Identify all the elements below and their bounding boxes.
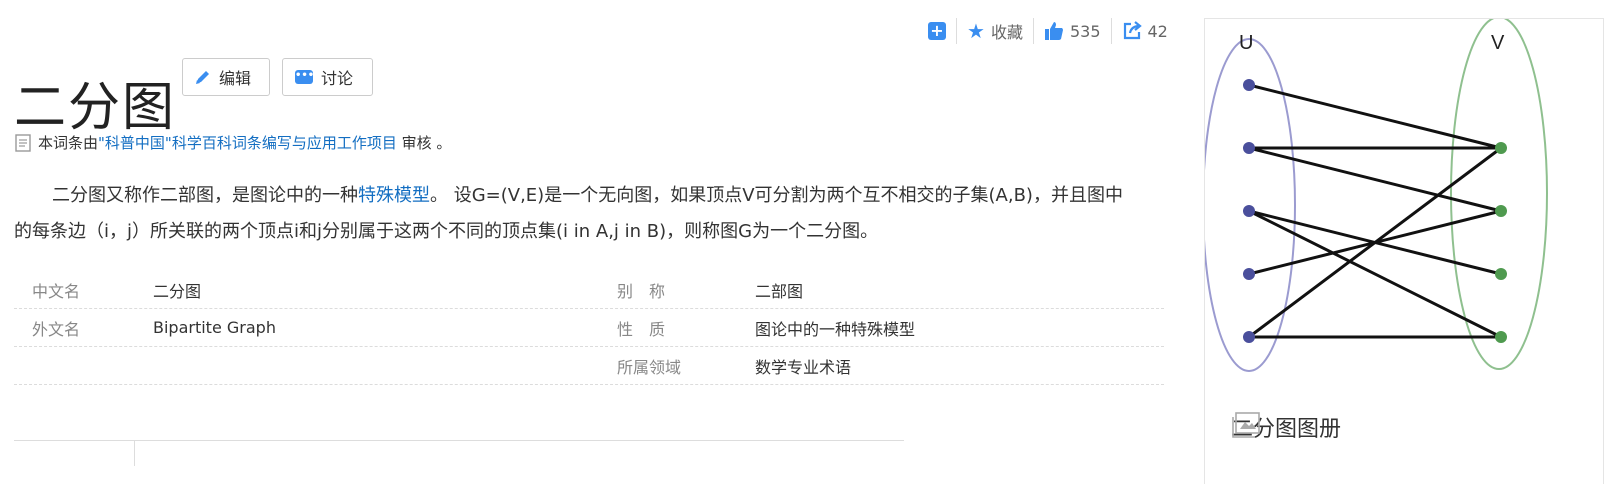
review-link[interactable]: "科普中国"科学百科词条编写与应用工作项目 [98, 134, 397, 152]
page-title: 二分图 [14, 77, 177, 138]
gallery-icon [1232, 412, 1260, 438]
share-icon [1123, 21, 1142, 40]
graph-node [1495, 331, 1507, 343]
graph-node [1243, 205, 1255, 217]
graph-edge [1248, 83, 1502, 150]
content-divider [14, 440, 904, 441]
review-prefix: 本词条由 [38, 134, 99, 152]
set-v-ellipse [1450, 19, 1548, 370]
summary-text-1: 二分图又称作二部图，是图论中的一种 [52, 185, 358, 206]
graph-edge [1248, 209, 1502, 339]
chat-icon: ••• [295, 70, 314, 84]
infobox-value: 二部图 [755, 281, 804, 301]
edit-label: 编辑 [219, 69, 252, 88]
graph-node [1243, 268, 1255, 280]
infobox-value: 数学专业术语 [755, 357, 852, 377]
infobox-key: 中文名 [32, 281, 81, 301]
edit-button[interactable]: 编辑 [182, 58, 270, 96]
article-toolbar: + ★ 收藏 535 42 [918, 18, 1178, 44]
plus-square-icon: + [928, 22, 946, 40]
graph-node [1495, 142, 1507, 154]
infobox-key: 别 称 [617, 281, 666, 301]
infobox-key: 外文名 [32, 319, 81, 339]
share-button[interactable]: 42 [1112, 18, 1178, 44]
discuss-label: 讨论 [321, 69, 354, 88]
infobox-row: 所属领域 数学专业术语 [14, 347, 1164, 385]
u-nodes [1243, 79, 1255, 343]
favorite-button[interactable]: ★ 收藏 [957, 18, 1033, 44]
share-count: 42 [1147, 21, 1168, 41]
infobox-key: 性 质 [617, 319, 666, 339]
summary-paragraph: 二分图又称作二部图，是图论中的一种特殊模型。 设G=(V,E)是一个无向图，如果… [14, 178, 1124, 250]
graph-node [1243, 79, 1255, 91]
review-suffix: 审核 。 [401, 134, 452, 152]
graph-edge [1248, 146, 1502, 213]
graph-node [1495, 205, 1507, 217]
infobox-value: 图论中的一种特殊模型 [755, 319, 916, 339]
graph-node [1243, 142, 1255, 154]
graph-node [1495, 268, 1507, 280]
content-divider [134, 440, 135, 466]
infobox-row: 中文名 二分图 别 称 二部图 [14, 271, 1164, 309]
add-button[interactable]: + [918, 18, 956, 44]
pencil-icon [196, 71, 209, 84]
graph-node [1243, 331, 1255, 343]
document-icon [15, 133, 31, 152]
infobox-key: 所属领域 [617, 357, 682, 377]
star-icon: ★ [967, 19, 985, 43]
label-u: U [1239, 32, 1253, 54]
infobox: 中文名 二分图 别 称 二部图 外文名 Bipartite Graph 性 质 … [14, 271, 1164, 385]
infobox-value: Bipartite Graph [153, 318, 276, 337]
favorite-label: 收藏 [990, 23, 1023, 42]
infobox-value: 二分图 [153, 281, 202, 301]
thumbs-up-icon [1044, 22, 1063, 40]
label-v: V [1491, 32, 1505, 54]
bipartite-graph-image: U V [1205, 19, 1548, 372]
like-button[interactable]: 535 [1034, 18, 1111, 44]
like-count: 535 [1069, 21, 1101, 41]
infobox-row: 外文名 Bipartite Graph 性 质 图论中的一种特殊模型 [14, 309, 1164, 347]
album-caption[interactable]: 二分图图册 [1231, 411, 1341, 443]
discuss-button[interactable]: ••• 讨论 [282, 58, 373, 96]
v-nodes [1495, 142, 1507, 343]
review-notice: 本词条由"科普中国"科学百科词条编写与应用工作项目 审核 。 [14, 132, 451, 153]
album-panel[interactable]: U V 二分图图册 [1204, 18, 1604, 484]
special-model-link[interactable]: 特殊模型 [358, 185, 430, 206]
